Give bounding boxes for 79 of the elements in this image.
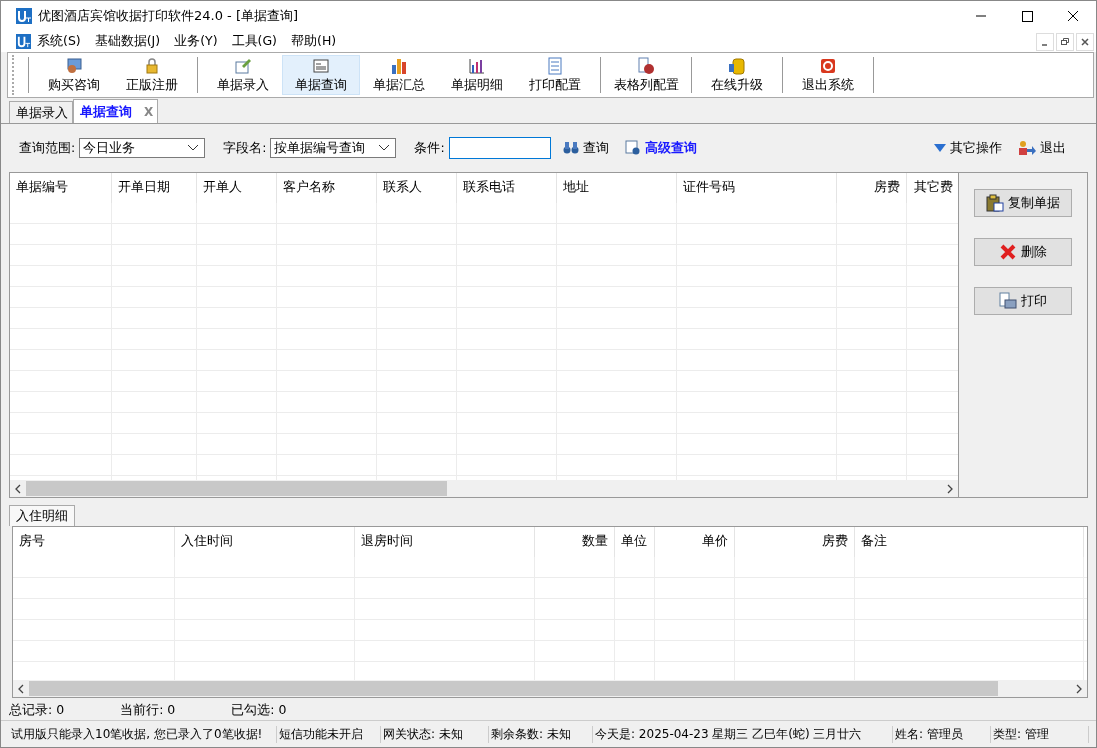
column-header[interactable]: 联系电话	[457, 173, 557, 203]
status-text: 类型: 管理	[991, 725, 1089, 743]
menu-item[interactable]: 业务(Y)	[174, 33, 218, 50]
advanced-search-button[interactable]: 高级查询	[624, 139, 697, 157]
horizontal-scrollbar[interactable]	[13, 680, 1087, 697]
caret-icon	[188, 145, 199, 151]
action-button[interactable]: 打印	[974, 287, 1072, 315]
toolbar-button[interactable]: 单据汇总	[360, 55, 438, 95]
document-tab[interactable]: 单据查询 X	[73, 99, 159, 123]
column-header[interactable]: 房费	[735, 527, 855, 557]
window-title: 优图酒店宾馆收据打印软件24.0 - [单据查询]	[38, 7, 299, 25]
column-header[interactable]: 联系人	[377, 173, 457, 203]
condition-label: 条件:	[414, 139, 445, 157]
print-icon	[999, 292, 1017, 310]
status-text: 短信功能未开启	[277, 725, 381, 743]
column-header[interactable]: 单价	[655, 527, 735, 557]
toolbar-button[interactable]: 购买咨询	[35, 55, 113, 95]
toolbar-button[interactable]: 打印配置	[516, 55, 594, 95]
app-logo-icon	[16, 8, 32, 24]
toolbar-button[interactable]: 表格列配置	[607, 55, 685, 95]
document-search-icon	[624, 140, 641, 156]
app-logo-icon	[16, 34, 31, 49]
more-actions-button[interactable]: 其它操作	[934, 139, 1002, 157]
toolbar-button[interactable]: 退出系统	[789, 55, 867, 95]
column-header[interactable]: 地址	[557, 173, 677, 203]
action-button[interactable]: 复制单据	[974, 189, 1072, 217]
chart-icon	[468, 56, 486, 75]
column-header[interactable]: 入住时间	[175, 527, 355, 557]
scope-dropdown[interactable]: 今日业务	[79, 138, 206, 158]
field-label: 字段名:	[223, 139, 267, 157]
status-text: 今天是: 2025-04-23 星期三 乙巳年(蛇) 三月廿六	[593, 725, 893, 743]
bars-icon	[390, 56, 408, 75]
column-header[interactable]: 房费	[837, 173, 907, 203]
column-header[interactable]: 开单日期	[112, 173, 197, 203]
field-dropdown[interactable]: 按单据编号查询	[270, 138, 397, 158]
toolbar-button[interactable]: 单据录入	[204, 55, 282, 95]
horizontal-scrollbar[interactable]	[10, 480, 958, 497]
caret-icon	[379, 145, 390, 151]
search-button[interactable]: 查询	[562, 139, 609, 157]
column-header[interactable]: 客户名称	[277, 173, 377, 203]
restore-icon[interactable]	[1056, 32, 1074, 51]
exit-button[interactable]: 退出	[1018, 139, 1066, 157]
scope-label: 查询范围:	[19, 139, 76, 157]
status-text: 剩余条数: 未知	[489, 725, 593, 743]
user-arrow-icon	[1018, 140, 1036, 156]
column-header[interactable]: 单位	[615, 527, 655, 557]
summary-text: 总记录: 0	[9, 701, 65, 719]
toolbar-button[interactable]: 单据明细	[438, 55, 516, 95]
menu-item[interactable]: 基础数据(J)	[94, 33, 161, 50]
column-header[interactable]: 房号	[13, 527, 175, 557]
column-header[interactable]: 开单人	[197, 173, 277, 203]
action-button[interactable]: 删除	[974, 238, 1072, 266]
close-icon[interactable]	[1076, 32, 1094, 51]
summary-text: 当前行: 0	[120, 701, 176, 719]
toolbar-button[interactable]: 单据查询	[282, 55, 360, 95]
lock-icon	[143, 56, 161, 75]
column-header[interactable]: 单据编号	[10, 173, 112, 203]
summary-text: 已勾选: 0	[231, 701, 287, 719]
triangle-down-icon	[934, 144, 946, 152]
column-header[interactable]: 其它费	[907, 173, 958, 203]
status-text: 试用版只能录入10笔收据, 您已录入了0笔收据!	[9, 725, 277, 743]
toolbar-button[interactable]: 在线升级	[698, 55, 776, 95]
status-text: 姓名: 管理员	[893, 725, 991, 743]
clipboard-icon	[986, 194, 1004, 212]
binoculars-icon	[562, 141, 579, 155]
column-header[interactable]: 退房时间	[355, 527, 535, 557]
condition-field[interactable]	[448, 137, 551, 159]
menu-item[interactable]: 工具(G)	[231, 33, 277, 50]
column-header[interactable]: 备注	[855, 527, 1084, 557]
delete-icon	[999, 243, 1017, 261]
toolbar-button[interactable]: 正版注册	[113, 55, 191, 95]
menu-item[interactable]: 系统(S)	[37, 33, 81, 50]
column-header[interactable]: 证件号码	[677, 173, 837, 203]
column-header[interactable]: 数量	[535, 527, 615, 557]
list-icon	[546, 56, 564, 75]
status-text: 网关状态: 未知	[381, 725, 489, 743]
minimize-icon[interactable]	[1036, 32, 1054, 51]
detail-tab[interactable]: 入住明细	[9, 505, 75, 526]
menu-item[interactable]: 帮助(H)	[291, 33, 337, 50]
